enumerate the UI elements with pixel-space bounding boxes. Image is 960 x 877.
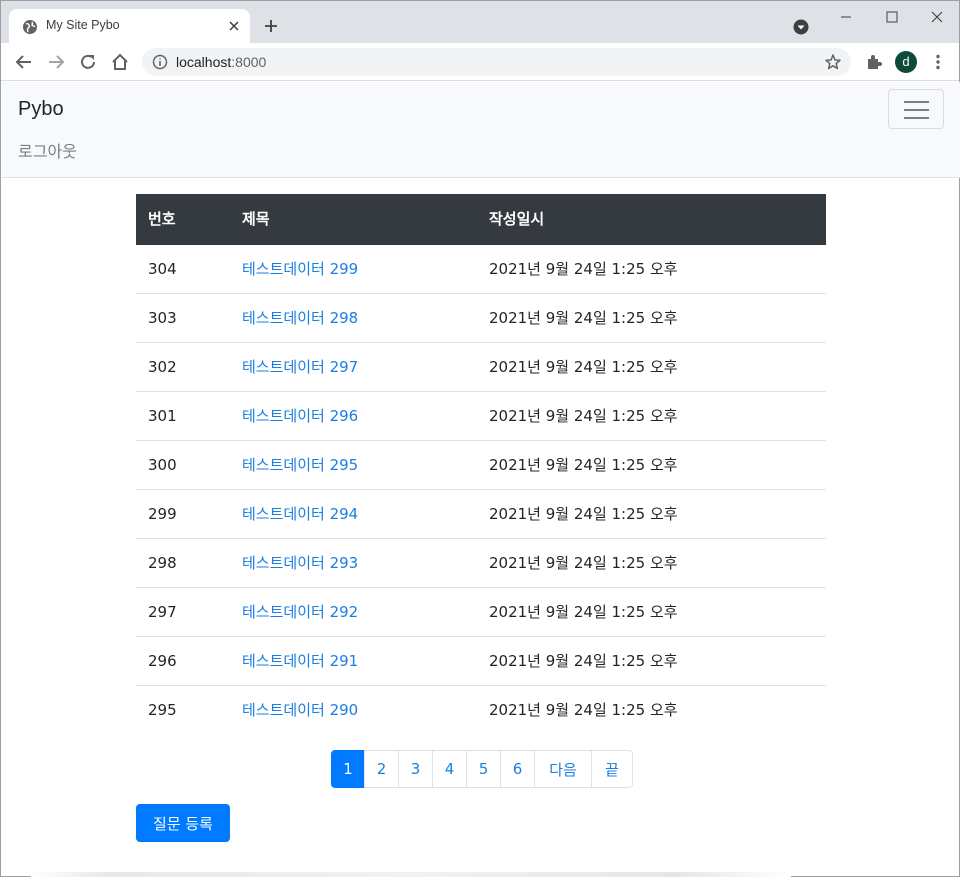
page-3-button[interactable]: 3: [398, 750, 433, 788]
profile-avatar[interactable]: d: [895, 51, 917, 73]
page-2-button[interactable]: 2: [364, 750, 399, 788]
header-number: 번호: [136, 194, 230, 245]
pagination: 1 2 3 4 5 6 다음 끝: [331, 750, 633, 788]
hamburger-icon-bar: [904, 109, 929, 111]
info-icon[interactable]: [152, 54, 168, 70]
row-date: 2021년 9월 24일 1:25 오후: [477, 537, 826, 587]
tab-strip: My Site Pybo: [1, 1, 959, 43]
minimize-icon[interactable]: [831, 7, 861, 27]
question-link[interactable]: 테스트데이터 292: [242, 603, 358, 621]
row-date: 2021년 9월 24일 1:25 오후: [477, 684, 826, 734]
row-title-cell: 테스트데이터 294: [230, 488, 477, 538]
row-number: 297: [136, 586, 230, 636]
row-title-cell: 테스트데이터 290: [230, 684, 477, 734]
browser-tab[interactable]: My Site Pybo: [9, 9, 250, 43]
site-navbar: Pybo 로그아웃: [2, 82, 960, 178]
question-table: 번호 제목 작성일시 304 테스트데이터 299 2021년 9월 24일 1…: [136, 194, 826, 734]
row-date: 2021년 9월 24일 1:25 오후: [489, 260, 678, 279]
reload-icon[interactable]: [78, 52, 98, 72]
table-row: 303 테스트데이터 298 2021년 9월 24일 1:25 오후: [136, 292, 826, 342]
page-4-button[interactable]: 4: [432, 750, 467, 788]
window-close-icon[interactable]: [922, 7, 952, 27]
maximize-icon[interactable]: [877, 7, 907, 27]
question-list: 번호 제목 작성일시 304 테스트데이터 299 2021년 9월 24일 1…: [136, 194, 826, 734]
table-row: 300 테스트데이터 295 2021년 9월 24일 1:25 오후: [136, 439, 826, 489]
row-number: 298: [136, 537, 230, 587]
navbar-brand[interactable]: Pybo: [18, 98, 64, 121]
back-arrow-icon[interactable]: [14, 52, 34, 72]
hamburger-icon: [904, 101, 929, 103]
row-title-cell: 테스트데이터 293: [230, 537, 477, 587]
row-number: 302: [136, 341, 230, 391]
row-date: 2021년 9월 24일 1:25 오후: [477, 341, 826, 391]
row-number: 303: [136, 292, 230, 342]
row-date: 2021년 9월 24일 1:25 오후: [477, 635, 826, 685]
row-date: 2021년 9월 24일 1:25 오후: [477, 586, 826, 636]
url-port: :8000: [231, 54, 267, 70]
page-1-button[interactable]: 1: [331, 750, 365, 788]
page-6-button[interactable]: 6: [500, 750, 535, 788]
question-link[interactable]: 테스트데이터 297: [242, 358, 358, 376]
row-title-cell: 테스트데이터 297: [230, 341, 477, 391]
row-title-cell: 테스트데이터 292: [230, 586, 477, 636]
question-link[interactable]: 테스트데이터 299: [242, 260, 358, 278]
question-link[interactable]: 테스트데이터 294: [242, 505, 358, 523]
row-number: 296: [136, 635, 230, 685]
header-created-at: 작성일시: [477, 194, 826, 245]
table-row: 297 테스트데이터 292 2021년 9월 24일 1:25 오후: [136, 586, 826, 636]
header-title: 제목: [230, 194, 477, 245]
register-question-button[interactable]: 질문 등록: [136, 804, 230, 842]
page-5-button[interactable]: 5: [466, 750, 501, 788]
row-title-cell: 테스트데이터 299: [230, 244, 477, 293]
table-row: 296 테스트데이터 291 2021년 9월 24일 1:25 오후: [136, 635, 826, 685]
new-tab-icon[interactable]: [263, 18, 279, 34]
question-link[interactable]: 테스트데이터 296: [242, 407, 358, 425]
browser-toolbar: localhost:8000 d: [1, 43, 959, 81]
row-title-cell: 테스트데이터 298: [230, 292, 477, 342]
bottom-edge-artifact: [31, 872, 791, 877]
logout-link[interactable]: 로그아웃: [18, 138, 77, 162]
row-date: 2021년 9월 24일 1:25 오후: [477, 390, 826, 440]
row-date: 2021년 9월 24일 1:25 오후: [477, 439, 826, 489]
bookmark-star-icon[interactable]: [824, 53, 842, 71]
navbar-toggler-button[interactable]: [888, 89, 944, 129]
browser-window: My Site Pybo localhost:8000 d Pybo 로그아웃 …: [0, 0, 960, 877]
table-row: 295 테스트데이터 290 2021년 9월 24일 1:25 오후: [136, 684, 826, 734]
tab-title: My Site Pybo: [46, 18, 120, 32]
table-row: 301 테스트데이터 296 2021년 9월 24일 1:25 오후: [136, 390, 826, 440]
address-bar[interactable]: localhost:8000: [142, 48, 851, 76]
row-title-cell: 테스트데이터 295: [230, 439, 477, 489]
url-text: localhost:8000: [176, 54, 266, 70]
table-row: 299 테스트데이터 294 2021년 9월 24일 1:25 오후: [136, 488, 826, 538]
extensions-puzzle-icon[interactable]: [865, 53, 883, 71]
question-link[interactable]: 테스트데이터 290: [242, 701, 358, 719]
row-number: 299: [136, 488, 230, 538]
row-title-cell: 테스트데이터 296: [230, 390, 477, 440]
row-date: 2021년 9월 24일 1:25 오후: [477, 292, 826, 342]
row-number: 300: [136, 439, 230, 489]
table-row: 304 테스트데이터 299 2021년 9월 24일 1:25 오후: [136, 244, 826, 293]
question-link[interactable]: 테스트데이터 293: [242, 554, 358, 572]
question-link[interactable]: 테스트데이터 291: [242, 652, 358, 670]
tab-search-icon[interactable]: [792, 18, 810, 36]
row-number: 301: [136, 390, 230, 440]
question-link[interactable]: 테스트데이터 295: [242, 456, 358, 474]
forward-arrow-icon[interactable]: [46, 52, 66, 72]
question-link[interactable]: 테스트데이터 298: [242, 309, 358, 327]
row-title-cell: 테스트데이터 291: [230, 635, 477, 685]
table-row: 298 테스트데이터 293 2021년 9월 24일 1:25 오후: [136, 537, 826, 587]
next-page-button[interactable]: 다음: [534, 750, 592, 788]
row-date: 2021년 9월 24일 1:25 오후: [477, 488, 826, 538]
table-row: 302 테스트데이터 297 2021년 9월 24일 1:25 오후: [136, 341, 826, 391]
url-host: localhost: [176, 54, 232, 70]
kebab-menu-icon[interactable]: [929, 53, 947, 71]
row-number: 304: [148, 259, 177, 278]
home-icon[interactable]: [110, 52, 130, 72]
globe-icon: [23, 20, 37, 34]
row-number: 295: [136, 684, 230, 734]
close-icon[interactable]: [226, 18, 242, 34]
last-page-button[interactable]: 끝: [591, 750, 633, 788]
table-header-row: 번호 제목 작성일시: [136, 194, 826, 245]
hamburger-icon-bar: [904, 117, 929, 119]
